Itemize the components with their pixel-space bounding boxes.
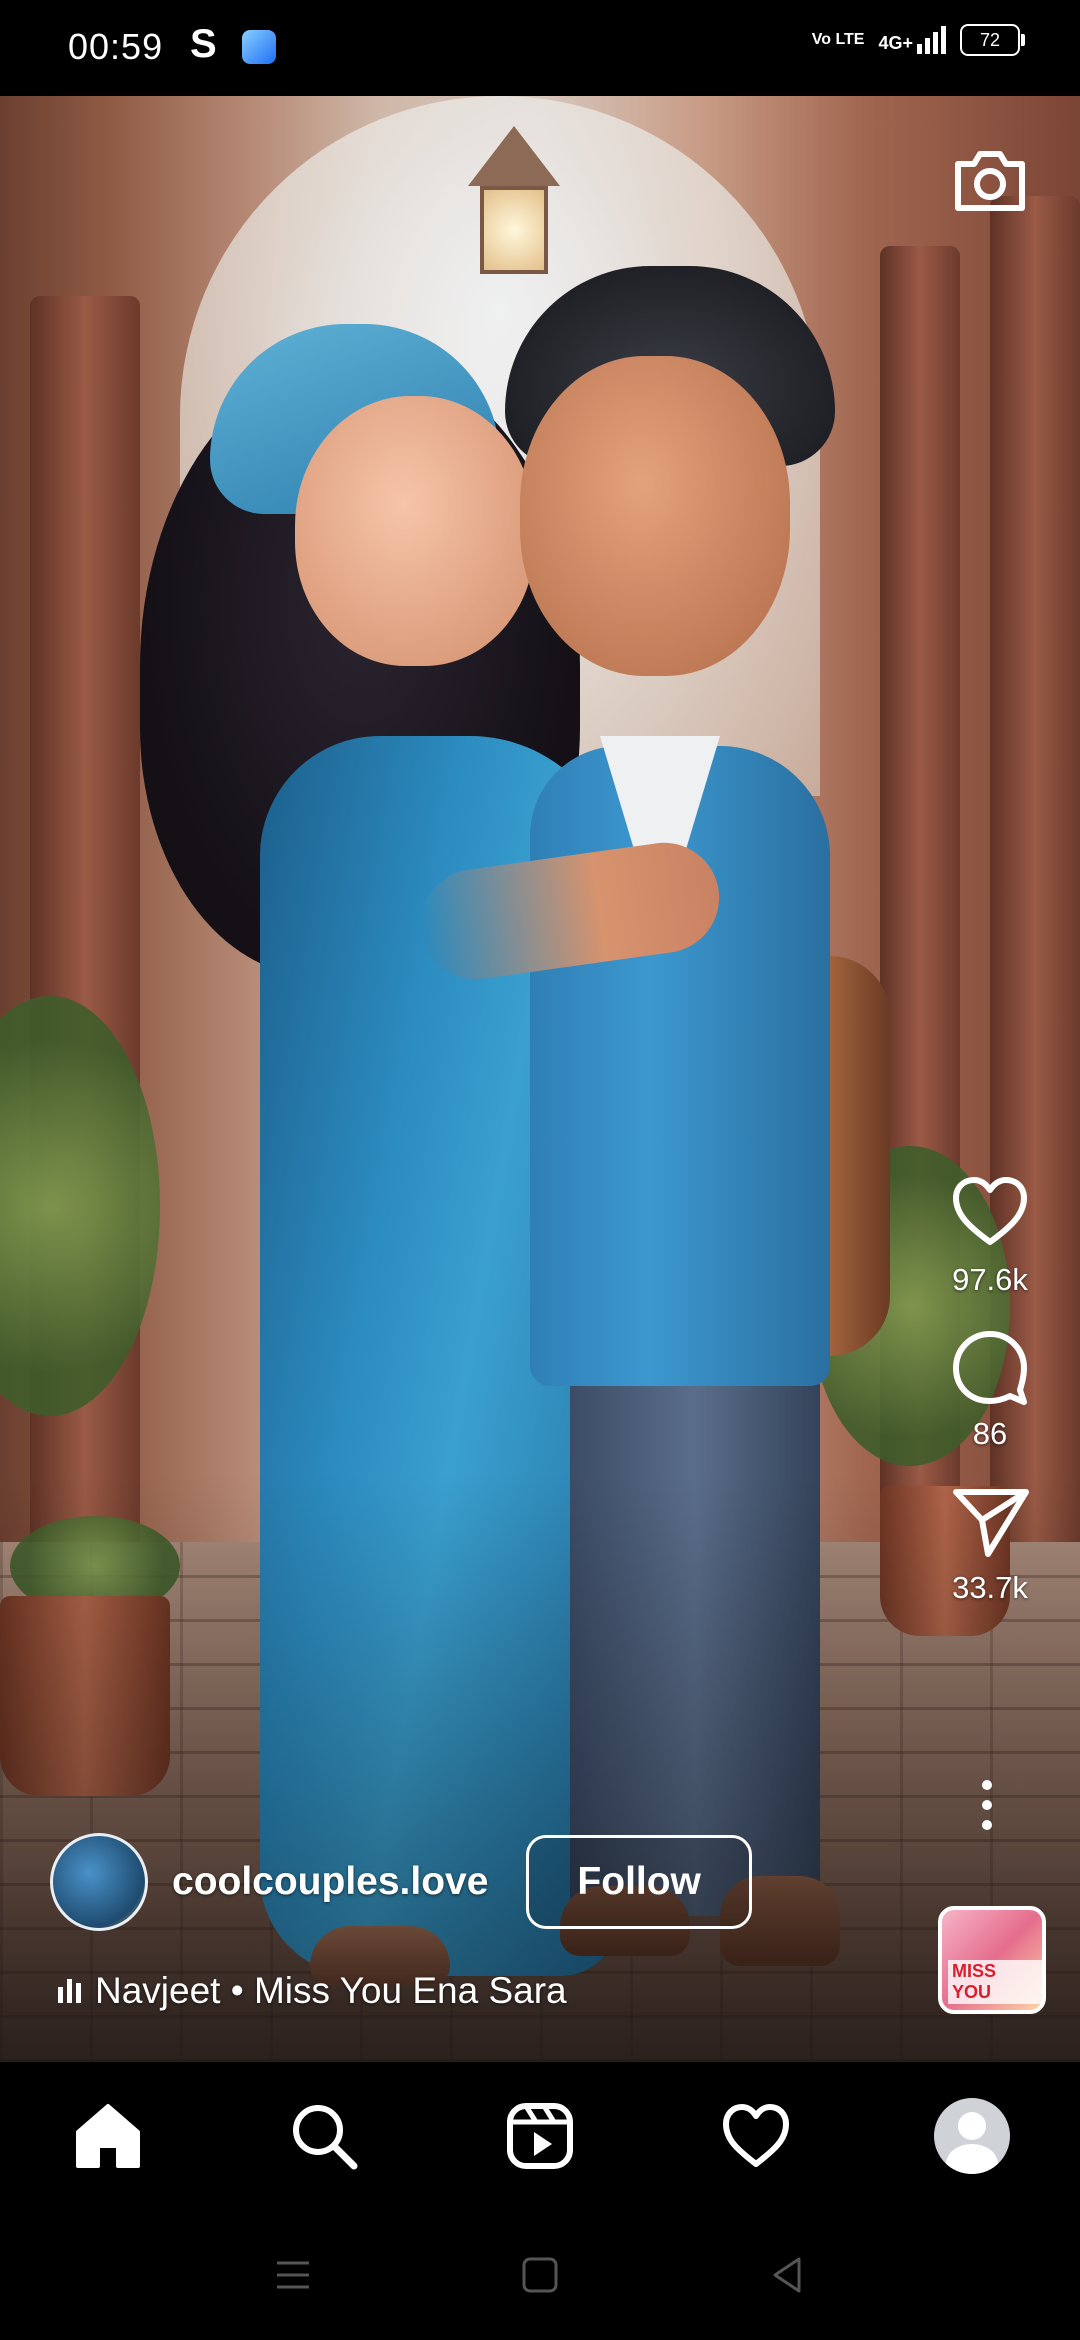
more-options-icon[interactable] [982,1780,996,1830]
bottom-navigation [0,2062,1080,2210]
audio-title: Navjeet • Miss You Ena Sara [95,1970,567,2011]
audio-info[interactable]: Navjeet • Miss You Ena Sara [58,1970,567,2012]
like-action[interactable]: 97.6k [948,1170,1032,1298]
status-bar: 00:59 S Vo LTE 4G+ 72 [0,0,1080,96]
heart-icon [953,1177,1027,1245]
share-action[interactable]: 33.7k [948,1478,1032,1606]
nav-profile[interactable] [922,2086,1022,2186]
bottom-shade [0,96,1080,2062]
notification-app-icon [242,30,276,64]
comment-count: 86 [972,1416,1008,1451]
activity-heart-icon [723,2104,789,2167]
nav-home[interactable] [58,2086,158,2186]
send-icon [953,1489,1029,1557]
home-icon [76,2104,140,2168]
volte-icon: Vo LTE [811,31,865,48]
comment-action[interactable]: 86 [948,1324,1032,1452]
reel-actions: 97.6k 86 33.7k [930,1170,1050,1632]
author-row: coolcouples.love Follow [50,1833,752,1931]
battery-icon: 72 [960,24,1025,56]
author-avatar[interactable] [50,1833,148,1931]
status-time: 00:59 [68,26,164,67]
back-icon[interactable] [765,2253,809,2297]
s-app-icon: S [190,22,217,66]
network-type: 4G+ [878,33,913,53]
audio-thumb-text: MISS YOU [948,1960,1042,2004]
nav-search[interactable] [274,2086,374,2186]
nav-reels[interactable] [490,2086,590,2186]
share-count: 33.7k [952,1570,1028,1605]
search-icon [293,2105,358,2170]
audio-thumbnail[interactable]: MISS YOU [938,1906,1046,2014]
reels-icon [507,2103,573,2169]
follow-button[interactable]: Follow [526,1835,752,1929]
like-count: 97.6k [952,1262,1028,1297]
comment-icon [953,1331,1027,1405]
menu-icon[interactable] [271,2253,315,2297]
home-square-icon[interactable] [518,2253,562,2297]
author-username[interactable]: coolcouples.love [172,1860,488,1904]
profile-avatar [934,2098,1010,2174]
reel-video[interactable] [0,96,1080,2062]
audio-bars-icon [58,1979,81,2003]
camera-button[interactable] [950,140,1030,220]
reels-screen: 00:59 S Vo LTE 4G+ 72 97.6k 86 33.7k MIS… [0,0,1080,2340]
status-indicators: Vo LTE 4G+ 72 [811,24,1025,56]
signal-icon: 4G+ [878,26,946,54]
system-navigation [0,2210,1080,2340]
nav-activity[interactable] [706,2086,806,2186]
camera-icon [955,151,1025,211]
